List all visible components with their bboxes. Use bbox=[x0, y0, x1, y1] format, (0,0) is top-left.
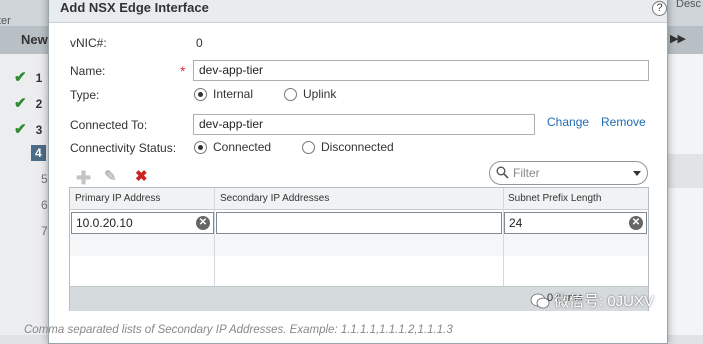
background-nav-buttons[interactable]: ▶▶ bbox=[670, 32, 686, 45]
type-internal-radio[interactable]: Internal bbox=[194, 87, 253, 101]
add-icon[interactable]: ✚ bbox=[76, 168, 91, 189]
radio-checked-icon bbox=[194, 140, 207, 154]
column-header-primary-ip[interactable]: Primary IP Address bbox=[75, 193, 160, 204]
clear-icon[interactable]: ✕ bbox=[196, 216, 210, 230]
wizard-step-6[interactable]: 6 bbox=[41, 198, 48, 212]
chevron-down-icon[interactable] bbox=[633, 171, 641, 176]
background-right-panel bbox=[666, 54, 703, 335]
watermark: 微信号: 0JUXV bbox=[530, 290, 654, 311]
dialog-title: Add NSX Edge Interface bbox=[60, 0, 209, 15]
radio-unchecked-icon bbox=[284, 87, 297, 101]
clear-icon[interactable]: ✕ bbox=[629, 216, 643, 230]
check-icon: ✔ bbox=[14, 69, 27, 86]
filter-placeholder: Filter bbox=[513, 166, 540, 180]
delete-icon[interactable]: ✖ bbox=[135, 167, 148, 185]
table-row bbox=[70, 256, 648, 278]
change-link[interactable]: Change bbox=[547, 115, 589, 129]
secondary-ip-hint: Comma separated lists of Secondary IP Ad… bbox=[24, 324, 453, 336]
radio-unchecked-icon bbox=[302, 140, 315, 154]
background-column-header: Desc bbox=[676, 0, 702, 10]
connected-radio[interactable]: Connected bbox=[194, 140, 271, 154]
help-icon[interactable]: ? bbox=[652, 1, 667, 16]
search-icon bbox=[496, 166, 509, 179]
secondary-ip-input[interactable] bbox=[216, 212, 502, 234]
check-icon: ✔ bbox=[14, 121, 27, 138]
column-divider bbox=[503, 188, 504, 286]
remove-link[interactable]: Remove bbox=[601, 115, 646, 129]
chat-bubble-icon bbox=[530, 293, 550, 308]
background-wizard-title: New bbox=[21, 32, 48, 47]
column-divider bbox=[214, 188, 215, 286]
filter-box[interactable]: Filter bbox=[489, 161, 648, 185]
connected-to-label: Connected To: bbox=[70, 118, 148, 132]
type-label: Type: bbox=[70, 88, 100, 102]
type-uplink-radio[interactable]: Uplink bbox=[284, 87, 336, 101]
check-icon: ✔ bbox=[14, 95, 27, 112]
vnic-value: 0 bbox=[196, 36, 203, 50]
vnic-label: vNIC#: bbox=[70, 36, 107, 50]
column-header-prefix-length[interactable]: Subnet Prefix Length bbox=[508, 193, 601, 204]
disconnected-radio[interactable]: Disconnected bbox=[302, 140, 394, 154]
wizard-step-5[interactable]: 5 bbox=[41, 172, 48, 186]
radio-checked-icon bbox=[194, 87, 207, 101]
wizard-step-7[interactable]: 7 bbox=[41, 224, 48, 238]
pencil-icon[interactable]: ✎ bbox=[104, 167, 117, 185]
grid-header: Primary IP Address Secondary IP Addresse… bbox=[70, 188, 648, 210]
connectivity-status-label: Connectivity Status: bbox=[70, 141, 177, 155]
prefix-length-input[interactable]: 24 ✕ bbox=[504, 212, 647, 234]
column-header-secondary-ip[interactable]: Secondary IP Addresses bbox=[220, 193, 329, 204]
wizard-step-2[interactable]: ✔ 2 bbox=[14, 94, 42, 112]
primary-ip-input[interactable]: 10.0.20.10 ✕ bbox=[71, 212, 214, 234]
dialog-titlebar[interactable]: Add NSX Edge Interface ? bbox=[49, 0, 667, 23]
name-input[interactable]: dev-app-tier bbox=[193, 60, 649, 81]
wizard-step-4[interactable]: 4 bbox=[31, 145, 46, 161]
wizard-step-3[interactable]: ✔ 3 bbox=[14, 120, 42, 138]
name-label: Name: bbox=[70, 64, 106, 78]
background-right-row bbox=[666, 154, 703, 188]
required-asterisk: * bbox=[180, 63, 186, 79]
table-row bbox=[70, 234, 648, 256]
connected-to-field[interactable]: dev-app-tier bbox=[193, 114, 535, 135]
wizard-step-1[interactable]: ✔ 1 bbox=[14, 68, 42, 86]
